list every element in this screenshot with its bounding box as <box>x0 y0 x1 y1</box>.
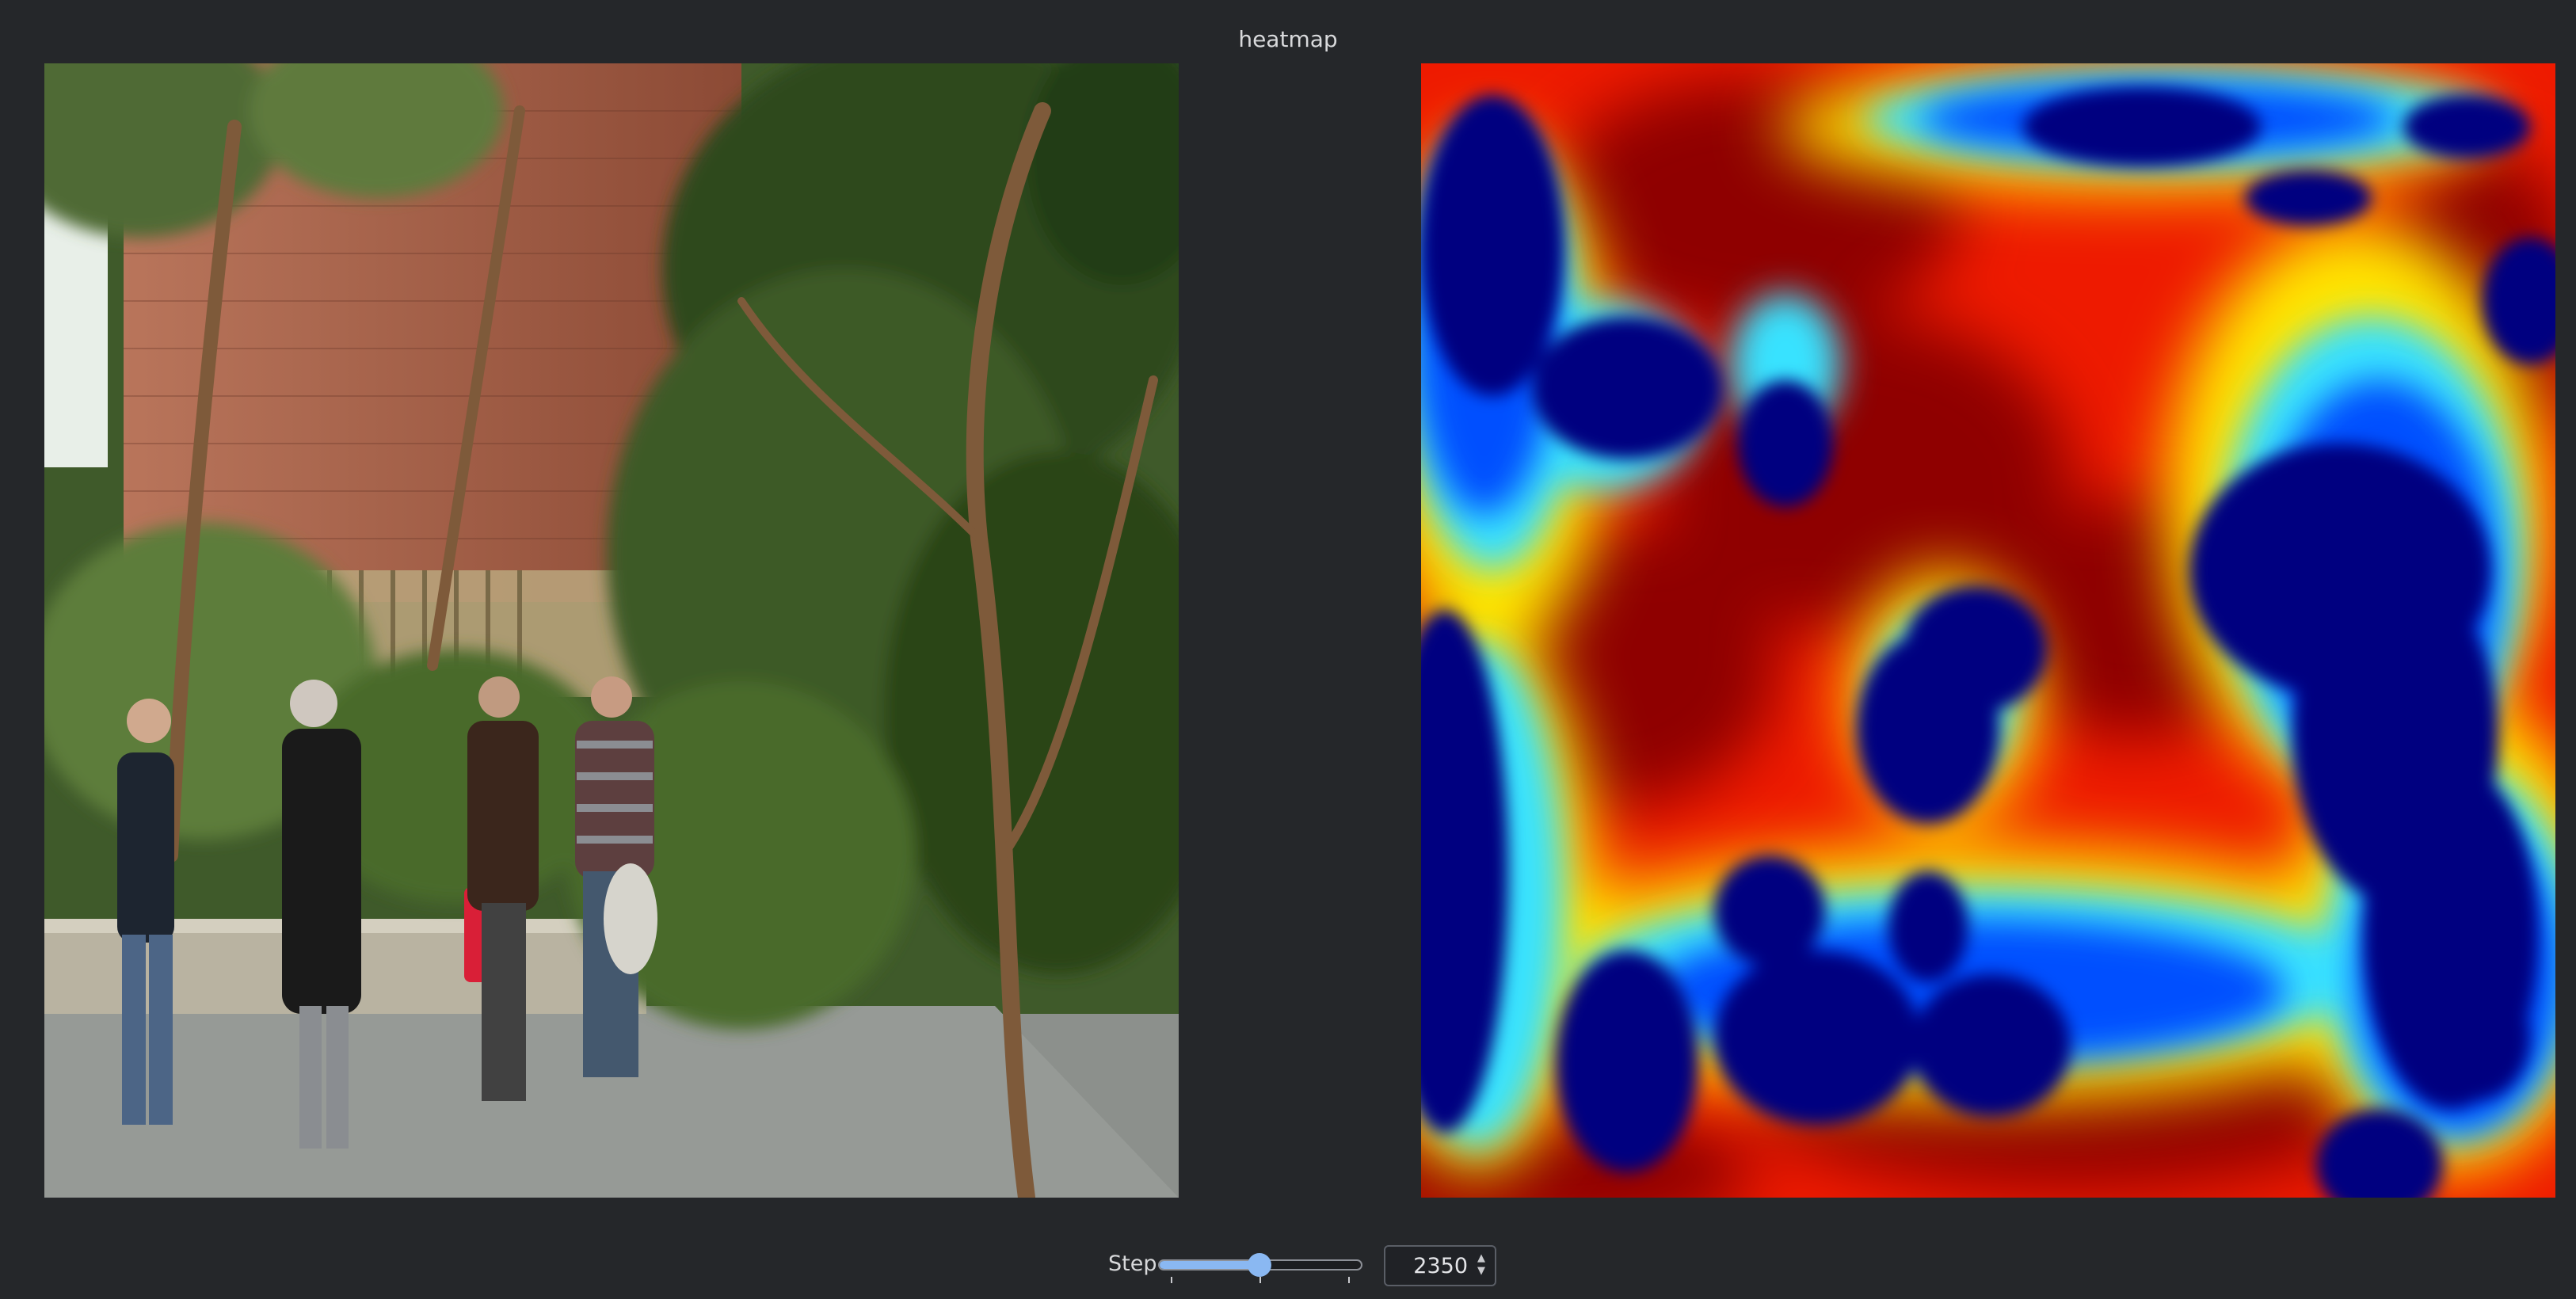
heatmap-image <box>1421 63 2555 1198</box>
step-value-input[interactable] <box>1389 1250 1468 1282</box>
heatmap-window: heatmap Step 2350 ▲ ▼ <box>0 0 2576 1299</box>
heatmap-canvas <box>1421 63 2555 1198</box>
photo-scene <box>44 63 1179 1198</box>
spin-arrows[interactable]: ▲ ▼ <box>1474 1253 1488 1278</box>
photo-image <box>44 63 1179 1198</box>
slider-tick <box>1171 1277 1172 1283</box>
step-label: Step <box>1108 1251 1157 1276</box>
step-controls: Step ▲ ▼ <box>0 1239 2576 1294</box>
step-spinbox[interactable]: ▲ ▼ <box>1384 1245 1496 1286</box>
chevron-up-icon[interactable]: ▲ <box>1474 1253 1488 1266</box>
chevron-down-icon[interactable]: ▼ <box>1474 1266 1488 1278</box>
slider-tick <box>1348 1277 1350 1283</box>
window-title: heatmap <box>1238 26 1338 52</box>
slider-tick <box>1259 1277 1261 1283</box>
step-slider[interactable] <box>1158 1250 1364 1283</box>
slider-fill <box>1160 1261 1259 1269</box>
slider-thumb[interactable] <box>1248 1253 1271 1277</box>
